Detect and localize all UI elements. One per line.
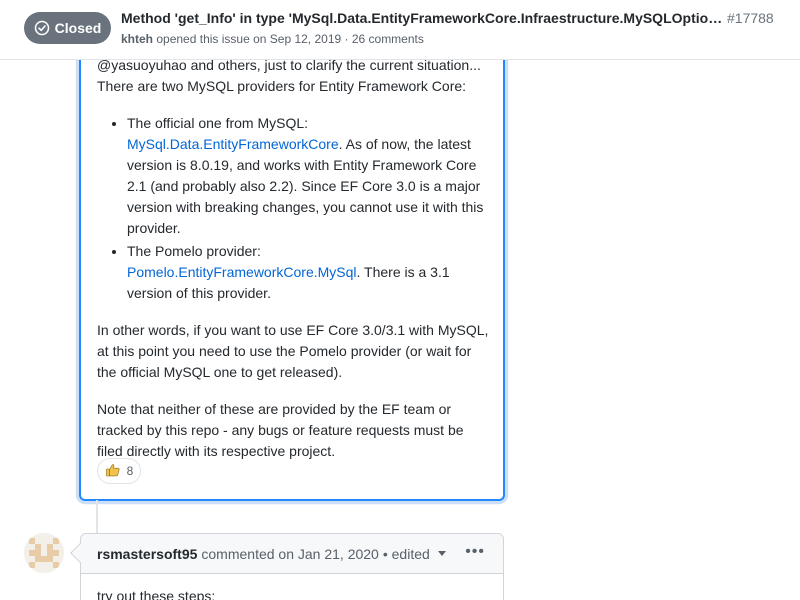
state-label: Closed [54, 20, 102, 36]
avatar[interactable] [24, 533, 64, 573]
comment-body: @yasuoyuhao and others, just to clarify … [97, 55, 491, 478]
sticky-issue-header: Closed Method 'get_Info' in type 'MySql.… [0, 0, 800, 60]
edited-label: • edited [382, 545, 430, 562]
provider-list: The official one from MySQL: MySql.Data.… [97, 113, 491, 304]
pomelo-provider-link[interactable]: Pomelo.EntityFrameworkCore.MySql [127, 264, 357, 280]
list-item-text: The Pomelo provider: [127, 243, 261, 259]
comment-text: There are two MySQL providers for Entity… [97, 78, 467, 94]
comment-header: rsmastersoft95 commented on Jan 21, 2020… [81, 534, 503, 574]
list-item: The Pomelo provider: Pomelo.EntityFramew… [127, 241, 491, 304]
edited-dropdown[interactable]: • edited [383, 546, 446, 562]
issue-meta-text: opened this issue on Sep 12, 2019 · 26 c… [156, 32, 424, 46]
comment-paragraph: In other words, if you want to use EF Co… [97, 322, 489, 380]
closed-state-badge: Closed [24, 12, 111, 44]
issue-author-link[interactable]: khteh [121, 32, 153, 46]
mysql-provider-link[interactable]: MySql.Data.EntityFrameworkCore [127, 136, 339, 152]
comment: rsmastersoft95 commented on Jan 21, 2020… [70, 533, 504, 600]
comment-timestamp-link[interactable]: commented on Jan 21, 2020 [201, 546, 378, 562]
list-item: The official one from MySQL: MySql.Data.… [127, 113, 491, 239]
caret-down-icon [437, 551, 446, 556]
comment-body: try out these steps: [97, 588, 216, 600]
thumbs-up-reaction-button[interactable]: 8 [97, 458, 141, 484]
issue-meta: khteh opened this issue on Sep 12, 2019 … [121, 32, 424, 46]
list-item-text: The official one from MySQL: [127, 115, 309, 131]
comment-paragraph: @yasuoyuhao and others, just to clarify … [97, 55, 491, 97]
reaction-count: 8 [126, 464, 134, 478]
thumbs-up-icon [105, 462, 121, 481]
comment-paragraph: Note that neither of these are provided … [97, 401, 464, 459]
issue-closed-icon [34, 20, 50, 36]
comment-author-link[interactable]: rsmastersoft95 [97, 546, 197, 562]
issue-number: #17788 [727, 10, 774, 26]
more-options-icon[interactable]: ••• [465, 544, 485, 560]
issue-title[interactable]: Method 'get_Info' in type 'MySql.Data.En… [121, 10, 726, 26]
highlighted-comment: @yasuoyuhao and others, just to clarify … [79, 40, 505, 501]
